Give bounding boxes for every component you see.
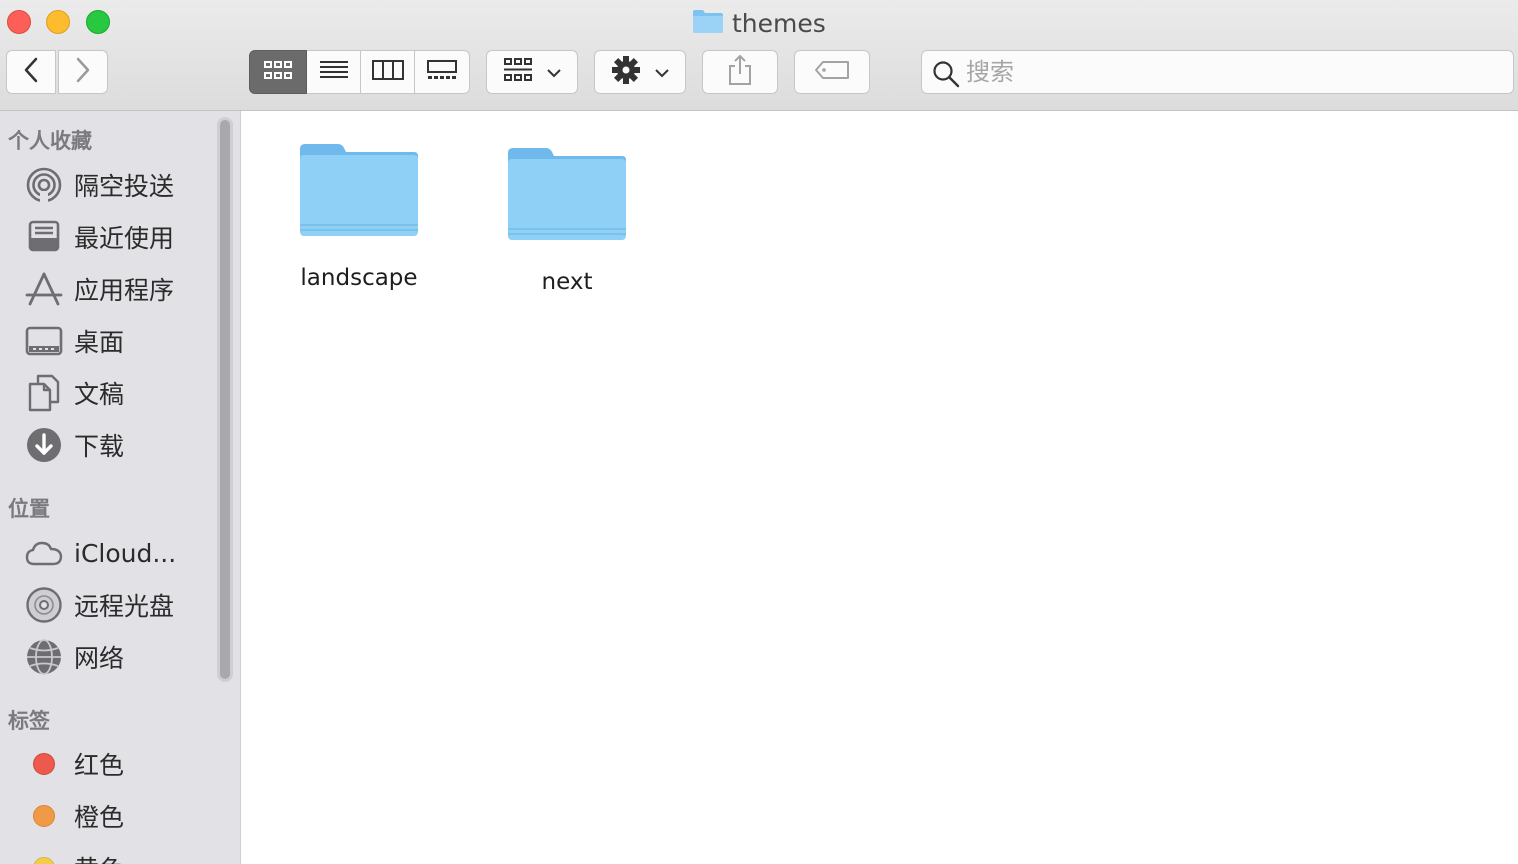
sidebar-item-label: 红色 [74, 751, 125, 780]
sidebar-item-label: iCloud... [74, 538, 177, 568]
sidebar-scrollbar[interactable] [217, 117, 233, 682]
sidebar-item-label: 网络 [74, 644, 125, 673]
sidebar-item-label: 远程光盘 [74, 592, 175, 621]
share-button[interactable] [702, 50, 778, 94]
tag-yellow-dot-icon [33, 857, 55, 864]
sidebar-item-label: 黄色 [74, 850, 124, 864]
sidebar-item-tag-red[interactable]: 红色 [24, 741, 214, 787]
chevron-down-icon [655, 63, 669, 82]
sidebar-item-label: 下载 [74, 432, 125, 461]
sidebar-item-documents[interactable]: 文稿 [24, 370, 214, 416]
group-grid-icon [503, 57, 533, 87]
folder-item[interactable]: landscape [279, 141, 439, 291]
columns-icon [371, 59, 404, 85]
sidebar-item-label: 应用程序 [74, 276, 175, 305]
grid-icon [263, 59, 293, 85]
minimize-window-button[interactable] [46, 10, 70, 34]
group-by-button[interactable] [486, 50, 578, 94]
sidebar-item-label: 最近使用 [74, 224, 175, 253]
action-menu-button[interactable] [594, 50, 686, 94]
disc-icon [24, 585, 64, 625]
sidebar-item-desktop[interactable]: 桌面 [24, 318, 214, 364]
folder-item[interactable]: next [487, 145, 647, 295]
gear-icon [611, 55, 641, 89]
tag-red-dot-icon [33, 753, 55, 775]
tag-button[interactable] [794, 50, 870, 94]
view-columns-button[interactable] [361, 50, 415, 94]
sidebar-section-locations: 位置 [8, 497, 50, 521]
sidebar-section-favorites: 个人收藏 [8, 129, 92, 153]
tag-red-dot-wrap [24, 744, 64, 784]
tag-orange-dot-wrap [24, 796, 64, 836]
chevron-right-icon [75, 57, 91, 87]
folder-name: landscape [300, 265, 418, 291]
tag-yellow-dot-wrap [24, 848, 64, 864]
applications-icon [24, 269, 64, 309]
recents-icon [24, 217, 64, 257]
sidebar-item-recents[interactable]: 最近使用 [24, 214, 214, 260]
sidebar-item-remote-disc[interactable]: 远程光盘 [24, 582, 214, 628]
list-icon [319, 59, 349, 85]
sidebar-item-label: 桌面 [74, 328, 125, 357]
tag-icon [814, 60, 850, 84]
window-toolbar: themes [0, 0, 1518, 111]
folder-icon [298, 144, 420, 243]
sidebar-item-icloud[interactable]: iCloud... [24, 530, 214, 576]
search-input[interactable] [966, 57, 1496, 87]
share-icon [727, 54, 753, 90]
sidebar-item-label: 隔空投送 [74, 172, 175, 201]
back-button[interactable] [6, 50, 56, 94]
folder-name: next [541, 269, 593, 295]
chevron-down-icon [547, 63, 561, 82]
gallery-icon [427, 59, 457, 85]
file-browser-area[interactable]: landscape next [241, 111, 1518, 864]
folder-icon [692, 8, 724, 38]
window-title-text: themes [732, 8, 826, 38]
sidebar-item-applications[interactable]: 应用程序 [24, 266, 214, 312]
search-icon [932, 60, 960, 92]
network-globe-icon [24, 637, 64, 677]
view-list-button[interactable] [307, 50, 361, 94]
sidebar-section-tags: 标签 [8, 709, 50, 733]
sidebar: 个人收藏 隔空投送 最近使用 应用程序 桌面 文稿 下载 位置 iCloud..… [0, 111, 241, 864]
airdrop-icon [24, 165, 64, 205]
desktop-icon [24, 321, 64, 361]
tag-orange-dot-icon [33, 805, 55, 827]
sidebar-item-network[interactable]: 网络 [24, 634, 214, 680]
sidebar-item-tag-yellow[interactable]: 黄色 [24, 845, 214, 864]
folder-icon [506, 148, 628, 247]
sidebar-item-label: 橙色 [74, 803, 125, 832]
view-icon-button[interactable] [249, 50, 307, 94]
sidebar-item-label: 文稿 [74, 380, 125, 409]
documents-icon [24, 373, 64, 413]
chevron-left-icon [23, 57, 39, 87]
downloads-icon [24, 425, 64, 465]
search-field[interactable] [921, 50, 1514, 94]
zoom-window-button[interactable] [86, 10, 110, 34]
cloud-icon [24, 533, 64, 573]
window-title: themes [692, 6, 826, 40]
view-gallery-button[interactable] [415, 50, 470, 94]
sidebar-item-tag-orange[interactable]: 橙色 [24, 793, 214, 839]
close-window-button[interactable] [7, 10, 31, 34]
forward-button[interactable] [58, 50, 108, 94]
sidebar-item-airdrop[interactable]: 隔空投送 [24, 162, 214, 208]
sidebar-scroll-thumb[interactable] [220, 120, 230, 679]
sidebar-item-downloads[interactable]: 下载 [24, 422, 214, 468]
